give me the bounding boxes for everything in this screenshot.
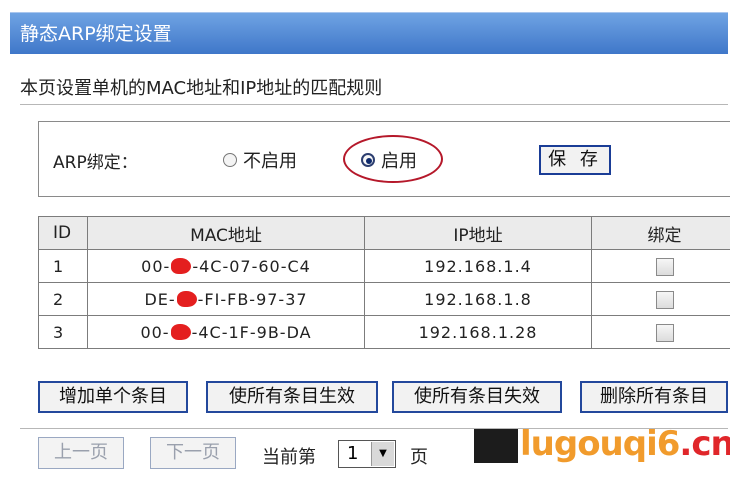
window-title-bar: 静态ARP绑定设置 [10, 12, 728, 54]
page-description: 本页设置单机的MAC地址和IP地址的匹配规则 [20, 78, 383, 99]
column-header-ip: IP地址 [364, 216, 592, 250]
column-header-id: ID [38, 216, 88, 250]
bind-checkbox[interactable] [655, 290, 674, 309]
row-mac: 00- -4C-1F-9B-DA [87, 315, 365, 349]
mac-suffix: -FI-FB-97-37 [197, 289, 308, 309]
current-page-label: 当前第 [262, 447, 316, 468]
dropdown-arrow-icon[interactable]: ▼ [371, 442, 394, 466]
row-id: 3 [38, 315, 88, 349]
bind-checkbox[interactable] [655, 257, 674, 276]
arp-binding-label: ARP绑定： [53, 153, 138, 173]
mac-prefix: 00- [141, 256, 171, 276]
bind-checkbox[interactable] [655, 323, 674, 342]
row-mac: 00- -4C-07-60-C4 [87, 249, 365, 283]
watermark-prefix: lu [520, 424, 555, 464]
row-ip: 192.168.1.8 [364, 282, 592, 316]
delete-all-button[interactable]: 删除所有条目 [580, 381, 728, 413]
mac-suffix: -4C-07-60-C4 [192, 256, 311, 276]
mac-prefix: DE- [144, 289, 176, 309]
save-button[interactable]: 保 存 [539, 145, 611, 175]
radio-off-icon[interactable] [223, 153, 237, 167]
prev-page-button[interactable]: 上一页 [38, 437, 124, 469]
disable-all-button[interactable]: 使所有条目失效 [392, 381, 562, 413]
radio-on-icon[interactable] [361, 153, 375, 167]
table-header-row: ID MAC地址 IP地址 绑定 [38, 216, 730, 250]
table-row: 1 00- -4C-07-60-C4 192.168.1.4 [38, 249, 730, 283]
page-number-select[interactable]: 1 ▼ [338, 440, 396, 468]
watermark-mid: gouqi6 [553, 424, 681, 464]
row-id: 2 [38, 282, 88, 316]
row-ip: 192.168.1.28 [364, 315, 592, 349]
page-suffix-label: 页 [410, 447, 428, 468]
redaction-mark [170, 324, 191, 340]
watermark-block [474, 428, 518, 463]
radio-enable-label: 启用 [381, 151, 417, 172]
mac-suffix: -4C-1F-9B-DA [191, 322, 312, 342]
next-page-button[interactable]: 下一页 [150, 437, 236, 469]
enable-all-button[interactable]: 使所有条目生效 [206, 381, 378, 413]
radio-disable-label: 不启用 [243, 151, 297, 172]
radio-enable-arp[interactable]: 启用 [361, 147, 417, 173]
page-number-value: 1 [347, 443, 359, 464]
column-header-mac: MAC地址 [87, 216, 365, 250]
row-bind-cell [591, 315, 730, 349]
watermark-tail: .cn [679, 424, 730, 464]
redaction-mark [176, 291, 197, 307]
table-row: 2 DE- -FI-FB-97-37 192.168.1.8 [38, 282, 730, 316]
row-ip: 192.168.1.4 [364, 249, 592, 283]
arp-binding-panel: ARP绑定： 不启用 启用 保 存 [38, 121, 730, 197]
row-id: 1 [38, 249, 88, 283]
mac-prefix: 00- [140, 322, 170, 342]
table-row: 3 00- -4C-1F-9B-DA 192.168.1.28 [38, 315, 730, 349]
site-watermark: lugouqi6.cn [474, 424, 730, 474]
redaction-mark [171, 258, 192, 274]
divider [20, 104, 728, 105]
window-title: 静态ARP绑定设置 [20, 23, 172, 45]
add-entry-button[interactable]: 增加单个条目 [38, 381, 188, 413]
radio-disable-arp[interactable]: 不启用 [223, 147, 297, 173]
arp-binding-table: ID MAC地址 IP地址 绑定 1 00- -4C-07-60-C4 192.1… [38, 216, 730, 349]
row-bind-cell [591, 249, 730, 283]
row-bind-cell [591, 282, 730, 316]
row-mac: DE- -FI-FB-97-37 [87, 282, 365, 316]
column-header-bind: 绑定 [591, 216, 730, 250]
